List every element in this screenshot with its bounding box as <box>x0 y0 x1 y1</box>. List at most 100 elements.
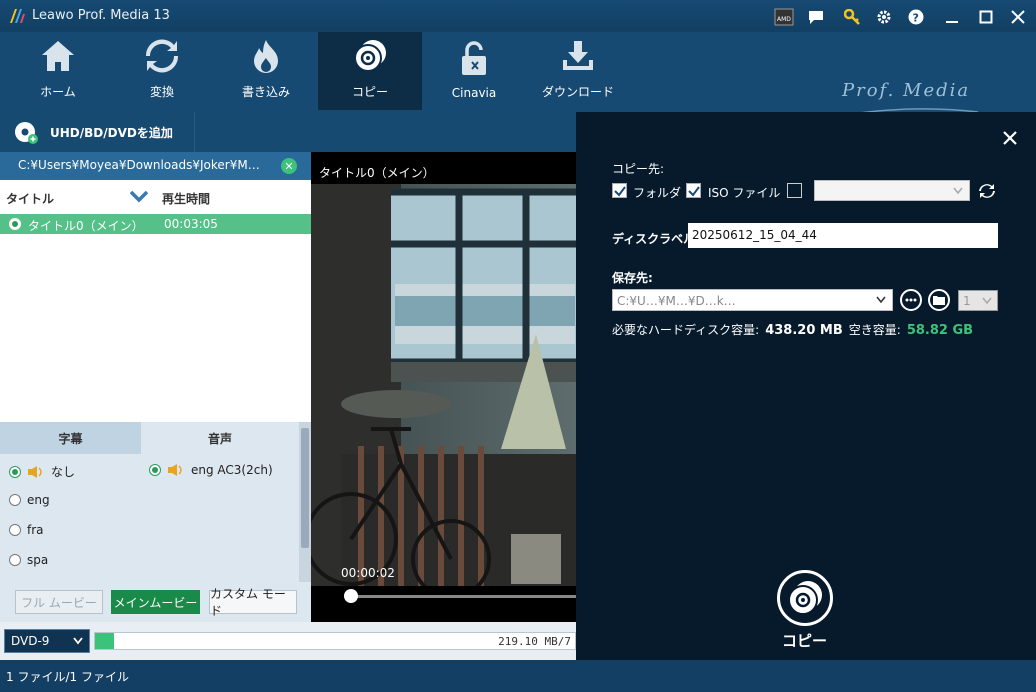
save-path-select[interactable]: C:¥U…¥M…¥D…k… <box>612 289 893 311</box>
seek-handle[interactable] <box>344 589 358 603</box>
chevron-down-icon <box>982 297 992 305</box>
add-disc-label: UHD/BD/DVDを追加 <box>50 125 173 140</box>
help-icon[interactable]: ? <box>904 6 928 28</box>
cinavia-lock-icon <box>455 40 493 78</box>
title-radio[interactable] <box>9 218 21 230</box>
main-movie-button[interactable]: メインムービー <box>111 590 200 614</box>
disc-label-input[interactable]: 20250612_15_04_44 <box>688 223 998 248</box>
start-copy-button[interactable] <box>777 570 833 626</box>
open-folder-icon[interactable] <box>928 289 950 311</box>
disc-label-label: ディスクラベル: <box>612 232 700 246</box>
col-title: タイトル <box>6 192 55 206</box>
nav-home[interactable]: ホーム <box>6 32 110 110</box>
copy-disc-icon <box>351 37 389 75</box>
minimize-icon[interactable] <box>940 6 964 28</box>
disc-status-strip: DVD-9 219.10 MB/7 <box>0 622 576 660</box>
preview-timecode: 00:00:02 <box>341 566 395 580</box>
nav-copy[interactable]: コピー <box>318 32 422 110</box>
disc-type-select[interactable]: DVD-9 <box>4 629 90 653</box>
nav-burn[interactable]: 書き込み <box>214 32 318 110</box>
main-nav: ホーム 変換 書き込み コピー Cinavia ダウンロード Prof. Med… <box>0 32 1036 125</box>
nav-home-label: ホーム <box>40 85 76 99</box>
remove-source-icon[interactable]: ✕ <box>281 158 297 174</box>
chevron-down-icon <box>73 637 83 645</box>
disc-usage-fill <box>95 633 115 649</box>
table-row[interactable]: タイトル0（メイン） 00:03:05 <box>0 214 311 234</box>
disc-usage-text: 219.10 MB/7 <box>498 635 571 648</box>
add-disc-icon <box>15 122 38 144</box>
folder-label: フォルダ <box>633 186 682 200</box>
iso-checkbox[interactable] <box>686 183 701 198</box>
free-space-value: 58.82 GB <box>906 323 974 338</box>
maximize-icon[interactable] <box>974 6 998 28</box>
start-copy-label: コピー <box>782 632 828 650</box>
svg-text:?: ? <box>913 12 919 25</box>
source-toolbar: UHD/BD/DVDを追加 <box>0 112 576 152</box>
preview-title: タイトル0（メイン） <box>319 166 435 180</box>
nav-burn-label: 書き込み <box>241 85 290 99</box>
disc-burn-checkbox[interactable] <box>787 183 802 198</box>
nav-cinavia[interactable]: Cinavia <box>422 32 526 110</box>
free-space-label: 空き容量: <box>848 323 901 337</box>
subtitle-radio[interactable] <box>9 524 21 536</box>
nav-download[interactable]: ダウンロード <box>526 32 630 110</box>
subtitle-option-fra[interactable]: fra <box>9 523 44 537</box>
subtitle-option-none[interactable]: なし <box>9 463 75 480</box>
subtitle-radio[interactable] <box>9 465 21 478</box>
col-duration: 再生時間 <box>162 192 211 206</box>
subtitle-label: fra <box>27 523 44 537</box>
copy-count-select[interactable]: 1 <box>958 290 998 311</box>
subtitle-radio[interactable] <box>9 494 21 506</box>
title-name: タイトル0（メイン） <box>28 219 144 233</box>
title-bar: Leawo Prof. Media 13 AMD ? <box>0 0 1036 32</box>
chevron-down-icon <box>876 296 886 304</box>
refresh-icon[interactable] <box>978 182 996 200</box>
audio-label: eng AC3(2ch) <box>191 463 273 477</box>
save-path-value: C:¥U…¥M…¥D…k… <box>617 294 736 308</box>
nav-convert[interactable]: 変換 <box>110 32 214 110</box>
chevron-down-icon <box>953 187 963 195</box>
settings-gear-icon[interactable] <box>872 6 896 28</box>
more-options-icon[interactable] <box>900 289 922 311</box>
check-icon <box>613 185 626 197</box>
copy-disc-icon <box>788 581 822 615</box>
nav-download-label: ダウンロード <box>541 85 614 99</box>
subtitle-option-eng[interactable]: eng <box>9 493 50 507</box>
speaker-icon <box>168 464 182 476</box>
copy-destination-label: コピー先: <box>612 162 665 176</box>
video-frame <box>311 184 576 586</box>
amd-icon[interactable]: AMD <box>772 6 796 28</box>
source-path: C:¥Users¥Moyea¥Downloads¥Joker¥M… <box>0 152 311 180</box>
close-window-icon[interactable] <box>1006 6 1030 28</box>
disc-type-value: DVD-9 <box>11 634 50 648</box>
custom-mode-button[interactable]: カスタム モード <box>209 587 297 618</box>
audio-option-eng[interactable]: eng AC3(2ch) <box>149 463 273 477</box>
check-icon <box>687 185 700 197</box>
convert-icon <box>143 37 181 75</box>
folder-checkbox[interactable] <box>612 183 627 198</box>
subtitle-label: なし <box>51 465 76 479</box>
subtitle-radio[interactable] <box>9 554 21 566</box>
full-movie-button[interactable]: フル ムービー <box>15 590 103 614</box>
status-bar: 1 ファイル/1 ファイル <box>0 660 1036 692</box>
options-scrollbar[interactable] <box>299 422 311 582</box>
file-count: 1 ファイル/1 ファイル <box>6 670 129 684</box>
audio-header: 音声 <box>141 422 299 454</box>
chevron-down-icon[interactable] <box>130 190 148 204</box>
seek-bar[interactable] <box>351 595 576 598</box>
audio-radio[interactable] <box>149 464 161 476</box>
subtitle-audio-panel: 字幕 音声 なし eng fra spa eng AC3(2ch) <box>0 422 311 582</box>
burner-select[interactable] <box>814 180 970 201</box>
close-panel-icon[interactable] <box>998 126 1022 150</box>
download-icon <box>559 37 597 75</box>
feedback-icon[interactable] <box>804 6 828 28</box>
mode-buttons: フル ムービー メインムービー カスタム モード <box>0 582 311 622</box>
subtitle-option-spa[interactable]: spa <box>9 553 48 567</box>
register-key-icon[interactable] <box>840 6 864 28</box>
nav-convert-label: 変換 <box>149 85 174 99</box>
add-disc-button[interactable]: UHD/BD/DVDを追加 <box>0 112 195 152</box>
subtitle-label: eng <box>27 493 50 507</box>
nav-cinavia-label: Cinavia <box>451 86 497 100</box>
scrollbar-thumb[interactable] <box>301 428 309 548</box>
app-title: Leawo Prof. Media 13 <box>32 8 170 23</box>
